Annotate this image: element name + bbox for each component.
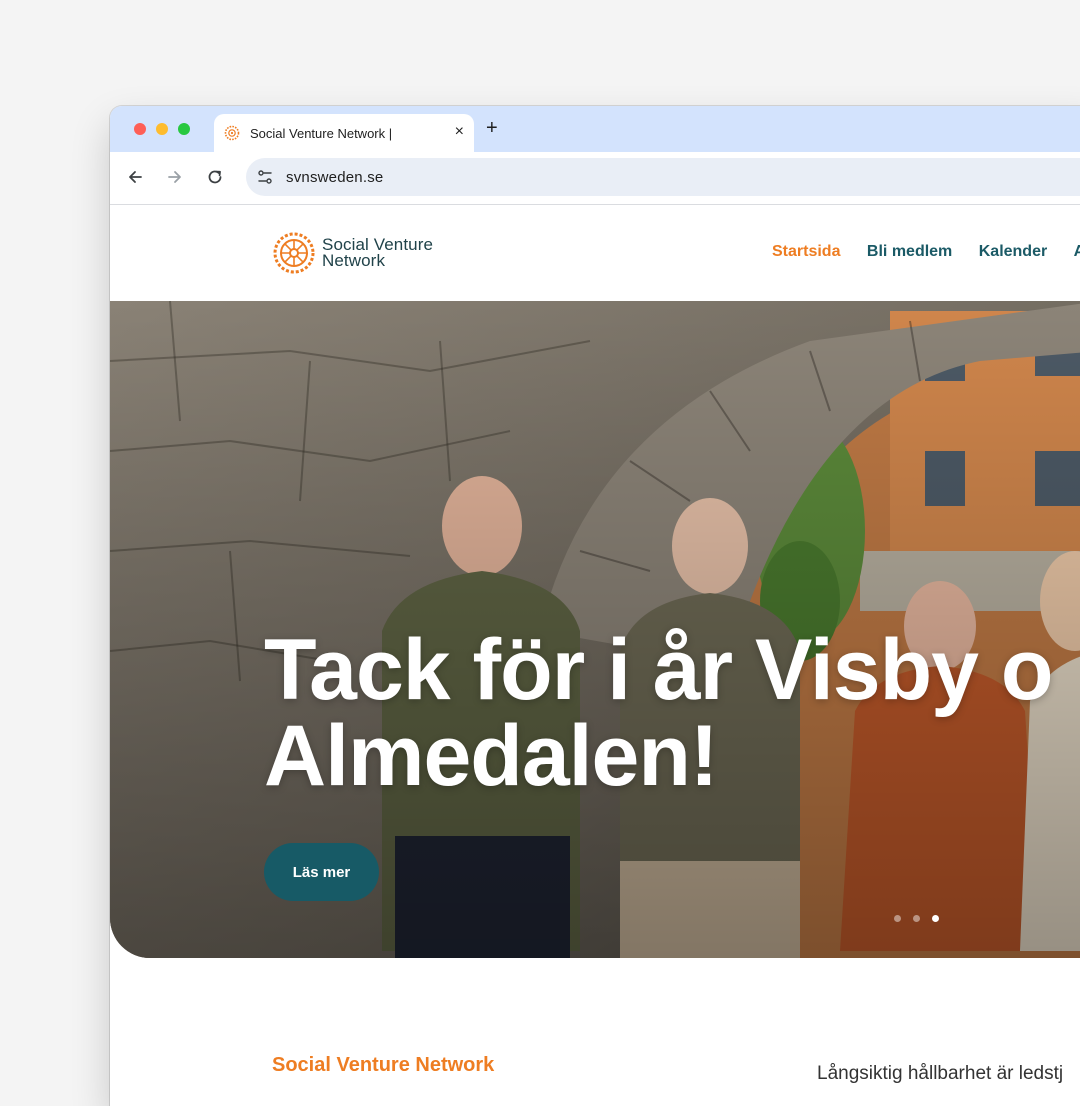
slide-dot-2[interactable]	[913, 915, 920, 922]
main-navigation: Startsida Bli medlem Kalender A	[772, 243, 1080, 261]
nav-item-truncated[interactable]: A	[1074, 243, 1080, 261]
minimize-window-button[interactable]	[156, 123, 168, 135]
slide-dot-1[interactable]	[894, 915, 901, 922]
read-more-button[interactable]: Läs mer	[264, 843, 379, 901]
logo-wordmark: Social Venture Network	[322, 236, 433, 270]
tab-close-icon[interactable]: ×	[455, 123, 464, 141]
reload-icon[interactable]	[205, 167, 225, 187]
back-arrow-icon[interactable]	[125, 167, 145, 187]
sun-logo-icon	[273, 232, 315, 274]
hero-slider: Tack för i år Visby o Almedalen! Läs mer	[110, 301, 1080, 958]
tab-title: Social Venture Network |	[250, 126, 393, 141]
active-tab[interactable]: Social Venture Network | ×	[214, 114, 474, 152]
address-bar[interactable]: svnsweden.se	[246, 158, 1080, 196]
site-settings-icon[interactable]	[256, 168, 274, 186]
hero-title: Tack för i år Visby o Almedalen!	[264, 622, 1053, 804]
maximize-window-button[interactable]	[178, 123, 190, 135]
slide-dot-3[interactable]	[932, 915, 939, 922]
logo-line-2: Network	[322, 251, 386, 270]
close-window-button[interactable]	[134, 123, 146, 135]
nav-kalender[interactable]: Kalender	[979, 243, 1047, 261]
browser-toolbar: svnsweden.se	[110, 152, 1080, 205]
slider-pagination	[894, 909, 951, 927]
forward-arrow-icon[interactable]	[165, 167, 185, 187]
url-text[interactable]: svnsweden.se	[286, 169, 383, 186]
site-header: Social Venture Network Startsida Bli med…	[110, 205, 1080, 301]
hero-title-line-2: Almedalen!	[264, 708, 719, 804]
browser-window: Social Venture Network | × + svnsweden.s…	[110, 106, 1080, 1106]
intro-lead-text: Långsiktig hållbarhet är ledstj	[817, 1063, 1064, 1084]
favicon-icon	[224, 125, 240, 141]
site-logo[interactable]: Social Venture Network	[272, 231, 472, 275]
tab-strip: Social Venture Network | × +	[110, 106, 1080, 152]
nav-bli-medlem[interactable]: Bli medlem	[867, 243, 952, 261]
hero-title-line-1: Tack för i år Visby o	[264, 622, 1053, 718]
new-tab-button[interactable]: +	[486, 116, 498, 140]
nav-startsida[interactable]: Startsida	[772, 243, 840, 261]
web-page: Social Venture Network Startsida Bli med…	[110, 205, 1080, 1106]
intro-heading: Social Venture Network	[272, 1054, 495, 1076]
